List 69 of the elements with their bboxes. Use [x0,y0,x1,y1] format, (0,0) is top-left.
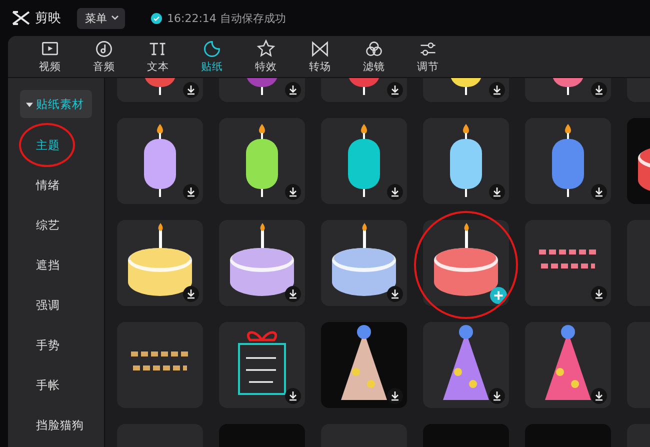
candle-drawing [144,78,176,95]
download-icon[interactable] [591,388,607,404]
sticker-tile[interactable] [525,118,611,204]
add-icon[interactable] [490,287,507,304]
logo-icon [11,10,31,26]
category-item[interactable]: 综艺 [36,214,60,236]
download-icon[interactable] [489,388,505,404]
category-item[interactable]: 遮挡 [36,254,60,276]
category-item[interactable]: 手势 [36,334,60,356]
sticker-tile[interactable] [423,220,509,306]
download-icon[interactable] [591,184,607,200]
download-icon[interactable] [285,82,301,98]
download-icon[interactable] [285,388,301,404]
category-item[interactable]: 挡脸猫狗 [36,414,84,436]
sticker-tile[interactable] [321,322,407,408]
sticker-tile[interactable] [117,118,203,204]
text-tab[interactable]: 文本 [131,36,185,77]
filter-tab[interactable]: 滤镜 [347,36,401,77]
triangle-icon [26,100,33,108]
transition-tab[interactable]: 转场 [293,36,347,77]
sticker-tile[interactable] [321,118,407,204]
download-icon[interactable] [285,184,301,200]
download-icon[interactable] [183,184,199,200]
video-tab[interactable]: 视频 [23,36,77,77]
sticker-tile[interactable] [423,118,509,204]
audio-icon [94,39,114,59]
cake-drawing [638,146,650,194]
candle-drawing [450,78,482,95]
download-icon[interactable] [591,286,607,302]
sticker-tile[interactable] [525,322,611,408]
download-icon[interactable] [387,82,403,98]
sticker-icon [202,39,222,59]
audio-tab[interactable]: 音频 [77,36,131,77]
sticker-tab[interactable]: 贴纸 [185,36,239,77]
sticker-tile[interactable] [525,220,611,306]
chevron-icon [111,15,119,21]
candle-drawing [348,78,380,95]
save-status: 16:22:14 自动保存成功 [167,10,286,26]
category-header[interactable]: 贴纸素材 [20,90,92,118]
candle-drawing [552,78,584,95]
menu-dropdown[interactable]: 菜单 [77,8,125,28]
download-icon[interactable] [285,286,301,302]
sticker-tile[interactable] [117,220,203,306]
sticker-tile[interactable] [423,322,509,408]
gift-card-drawing [238,331,286,395]
sticker-tile[interactable] [321,220,407,306]
sticker-tile[interactable] [117,322,203,408]
download-icon[interactable] [183,286,199,302]
category-item[interactable]: 强调 [36,294,60,316]
sticker-tile[interactable] [219,322,305,408]
sticker-tile[interactable] [219,118,305,204]
category-item[interactable]: 情绪 [36,174,60,196]
check-circle-icon [151,12,162,24]
download-icon[interactable] [489,184,505,200]
transition-icon [310,39,330,59]
download-icon[interactable] [591,82,607,98]
category-item[interactable]: 手帐 [36,374,60,396]
download-icon[interactable] [387,286,403,302]
download-icon[interactable] [183,82,199,98]
sticker-tile[interactable] [219,220,305,306]
download-icon[interactable] [387,388,403,404]
category-item[interactable]: 主题 [36,134,60,156]
download-icon[interactable] [387,184,403,200]
adjust-tab[interactable]: 调节 [401,36,455,77]
app-name: 剪映 [35,10,61,27]
candle-drawing [246,78,278,95]
filter-icon [364,39,384,59]
effect-tab[interactable]: 特效 [239,36,293,77]
download-icon[interactable] [489,82,505,98]
